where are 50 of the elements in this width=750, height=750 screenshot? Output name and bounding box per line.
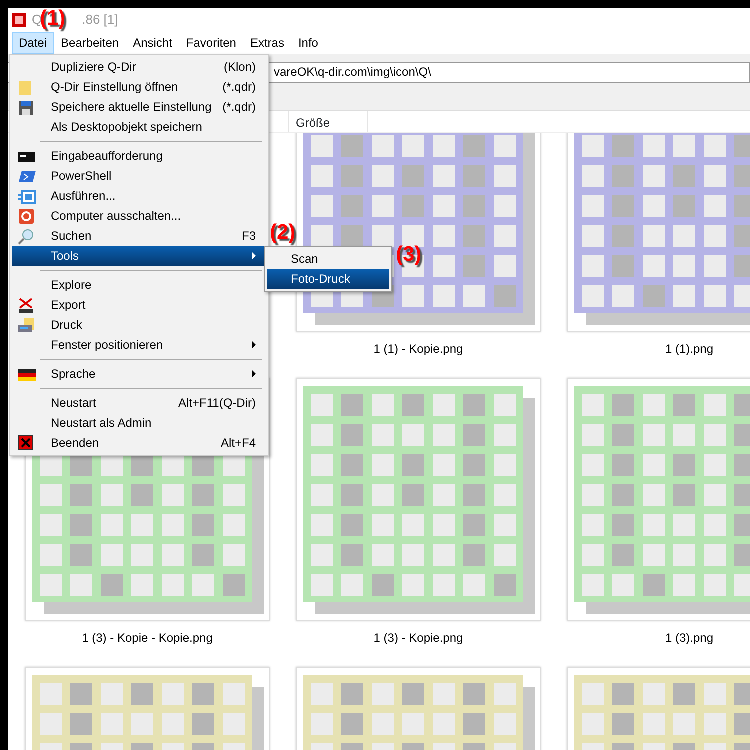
menu-item[interactable]: Info [291, 32, 326, 54]
menu-item[interactable]: Favoriten [179, 32, 244, 54]
annotation-number: (2) [270, 222, 296, 243]
menu-item[interactable]: Export [12, 295, 266, 315]
file-name: 1 (1).png [665, 341, 714, 358]
file-name: 1 (1) - Kopie.png [374, 341, 464, 358]
submenu-arrow-icon [252, 341, 256, 349]
file-name: 1 (3).png [665, 630, 714, 647]
window-icon [16, 188, 36, 204]
menu-item[interactable]: Tools [12, 246, 266, 266]
menu-item[interactable]: Bearbeiten [54, 32, 126, 54]
menu-item[interactable]: Als Desktopobjekt speichern [12, 117, 266, 137]
menu-item[interactable]: Neustart Alt+F11(Q-Dir) [12, 393, 266, 413]
column-header[interactable]: Größe [288, 111, 368, 132]
window-title: .86 [1] [82, 11, 118, 30]
shortcut-text: Alt+F11(Q-Dir) [178, 395, 256, 412]
menu-item[interactable]: Ausführen... [12, 186, 266, 206]
menu-item[interactable]: Foto-Druck [267, 269, 389, 289]
menu-item[interactable]: Speichere aktuelle Einstellung (*.qdr) [12, 97, 266, 117]
app-icon [12, 13, 26, 27]
printer-icon [16, 316, 36, 334]
search-icon [16, 228, 36, 244]
menu-item[interactable]: Explore [12, 275, 266, 295]
menu-item[interactable]: Eingabeaufforderung [12, 146, 266, 166]
menu-item[interactable]: Scan [267, 249, 389, 269]
shortcut-text: Alt+F4 [220, 435, 256, 452]
menu-item[interactable]: Computer ausschalten... [12, 206, 266, 226]
shortcut-text: (Klon) [224, 59, 256, 76]
power-icon [16, 208, 36, 224]
window-title: Q [32, 12, 42, 28]
menu-item[interactable]: Beenden Alt+F4 [12, 433, 266, 453]
annotation-number: (3) [396, 244, 422, 265]
file-name: 1 (3) - Kopie.png [374, 630, 464, 647]
submenu-arrow-icon [252, 252, 256, 260]
submenu-arrow-icon [252, 370, 256, 378]
menu-item[interactable]: Neustart als Admin [12, 413, 266, 433]
menu-item[interactable]: Suchen F3 [12, 226, 266, 246]
shortcut-text: (*.qdr) [222, 99, 256, 116]
file-name: 1 (3) - Kopie - Kopie.png [82, 630, 213, 647]
shortcut-text: F3 [242, 228, 256, 245]
annotation-number: (1) [40, 8, 66, 29]
menu-item[interactable]: Druck [12, 315, 266, 335]
cross-icon [16, 296, 36, 314]
menu-item[interactable]: PowerShell [12, 166, 266, 186]
menu-item[interactable]: Datei [12, 32, 54, 54]
close-icon [16, 434, 36, 452]
menu-item[interactable]: Fenster positionieren [12, 335, 266, 355]
menu-item[interactable]: Extras [243, 32, 292, 54]
menu-item[interactable]: Ansicht [126, 32, 180, 54]
menu-item[interactable]: Sprache [12, 364, 266, 384]
